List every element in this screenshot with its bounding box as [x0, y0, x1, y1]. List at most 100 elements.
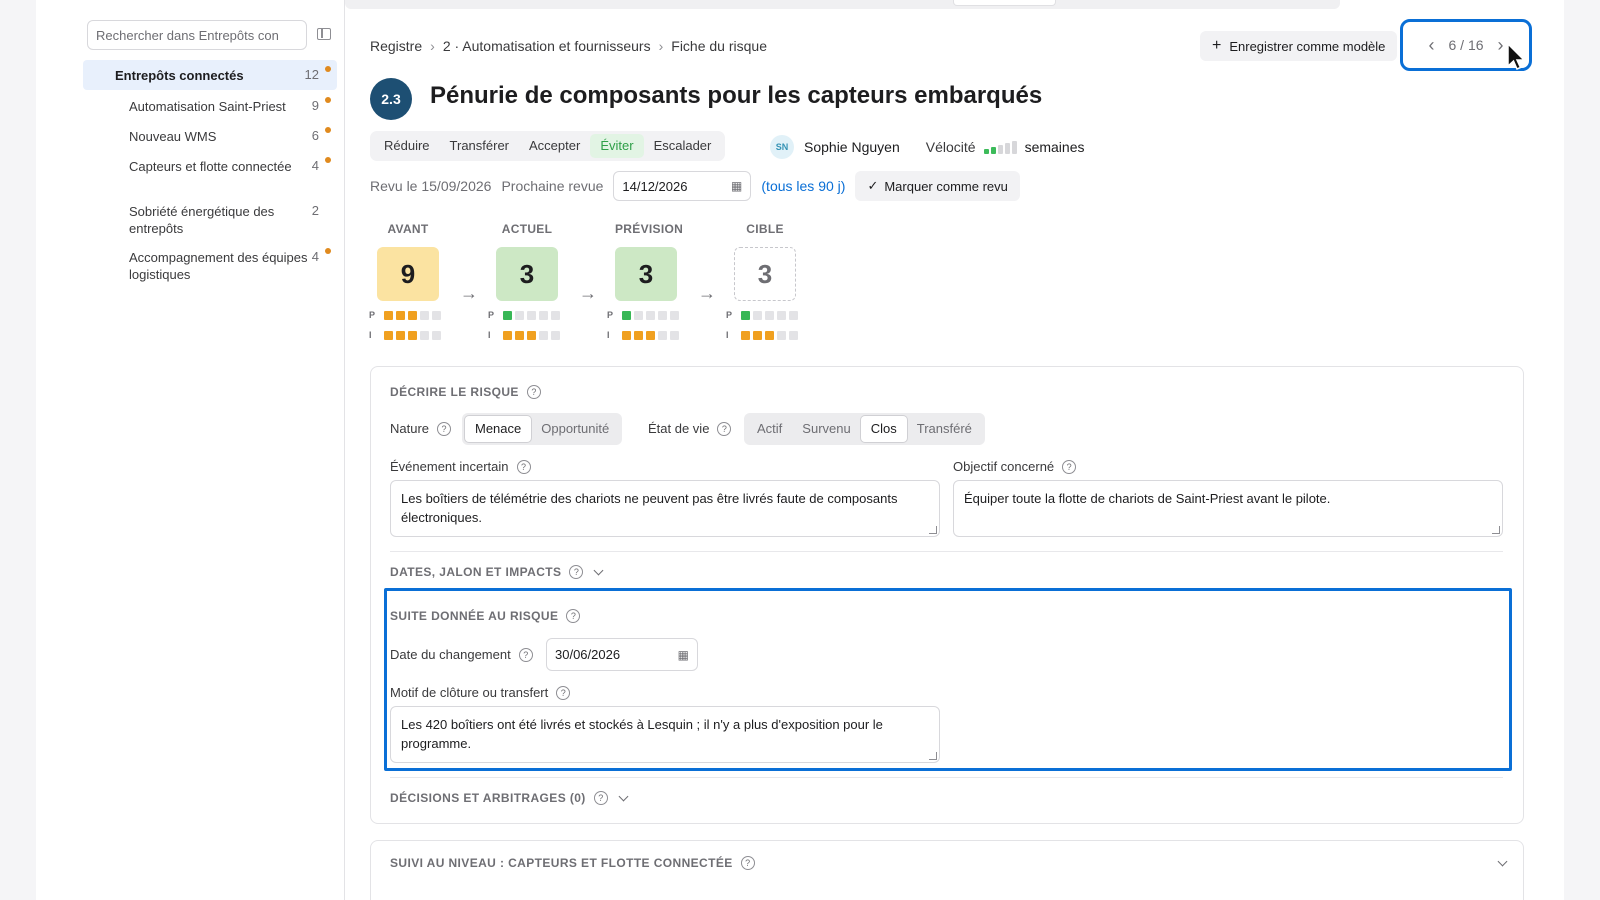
sidebar-item-label: Accompagnement des équipes logistiques	[129, 250, 308, 282]
state-option[interactable]: Transféré	[907, 416, 982, 442]
velocity-label: Vélocité	[925, 139, 976, 155]
level-square	[515, 310, 524, 320]
chevron-down-icon[interactable]	[618, 791, 629, 801]
next-review-date-input[interactable]: 14/12/2026 ▦	[613, 171, 752, 201]
score-value[interactable]: 9	[377, 247, 439, 301]
reason-label: Motif de clôture ou transfert?	[390, 685, 571, 700]
search-input[interactable]: Rechercher dans Entrepôts con	[87, 20, 307, 50]
state-option[interactable]: Actif	[747, 416, 792, 442]
level-square	[765, 330, 774, 340]
score-value[interactable]: 3	[734, 247, 796, 301]
level-square	[753, 330, 762, 340]
velocity-bar	[1011, 141, 1017, 154]
nature-option[interactable]: Menace	[465, 416, 532, 442]
score-value[interactable]: 3	[615, 247, 677, 301]
help-icon[interactable]: ?	[437, 421, 452, 436]
pi-label: P	[488, 310, 495, 320]
resize-handle-icon[interactable]	[1492, 526, 1500, 534]
level-square	[622, 330, 631, 340]
level-section-title[interactable]: SUIVI AU NIVEAU : CAPTEURS ET FLOTTE CON…	[390, 856, 755, 870]
sidebar-item[interactable]: Automatisation Saint-Priest 9	[83, 94, 337, 120]
response-option[interactable]: Éviter	[590, 134, 644, 158]
mouse-cursor-icon	[1507, 42, 1526, 70]
help-icon[interactable]: ?	[740, 856, 755, 870]
breadcrumb-registre[interactable]: Registre	[370, 38, 422, 54]
score-value[interactable]: 3	[496, 247, 558, 301]
state-option[interactable]: Clos	[860, 416, 907, 442]
describe-section-title: DÉCRIRE LE RISQUE?	[390, 385, 541, 399]
sidebar-item[interactable]: Capteurs et flotte connectée 4	[83, 154, 337, 194]
level-square	[789, 310, 798, 320]
velocity-unit: semaines	[1024, 139, 1085, 155]
probability-row: P	[607, 310, 679, 320]
followup-section-title: SUITE DONNÉE AU RISQUE?	[390, 609, 581, 623]
help-icon[interactable]: ?	[593, 791, 608, 805]
level-square	[432, 330, 441, 340]
sidebar-item[interactable]: Nouveau WMS 6	[83, 124, 337, 150]
event-textarea[interactable]: Les boîtiers de télémétrie des chariots …	[390, 480, 940, 537]
mark-reviewed-button[interactable]: ✓ Marquer comme revu	[855, 171, 1020, 201]
avatar[interactable]: SN	[770, 135, 794, 159]
help-icon[interactable]: ?	[556, 685, 571, 700]
calendar-icon[interactable]: ▦	[678, 648, 689, 662]
sidebar-item[interactable]: Entrepôts connectés 12	[83, 60, 337, 90]
help-icon[interactable]: ?	[516, 459, 531, 474]
chevron-down-icon[interactable]	[593, 565, 604, 575]
help-icon[interactable]: ?	[569, 565, 584, 579]
level-square	[670, 310, 679, 320]
pi-label: I	[488, 330, 491, 340]
change-date-input[interactable]: 30/06/2026 ▦	[546, 638, 698, 671]
sidebar-toggle-icon[interactable]	[317, 28, 331, 40]
level-square	[622, 310, 631, 320]
reason-textarea[interactable]: Les 420 boîtiers ont été livrés et stock…	[390, 706, 940, 763]
sidebar-item-count: 12	[304, 67, 319, 82]
chevron-right-icon[interactable]: ›	[1498, 35, 1504, 56]
level-square	[396, 330, 405, 340]
chevron-left-icon[interactable]: ‹	[1428, 35, 1434, 56]
level-square	[670, 330, 679, 340]
nature-option[interactable]: Opportunité	[531, 416, 619, 442]
help-icon[interactable]: ?	[1062, 459, 1077, 474]
velocity-bars	[983, 140, 1017, 154]
level-square	[765, 310, 774, 320]
level-square	[777, 310, 786, 320]
help-icon[interactable]: ?	[526, 385, 541, 399]
pi-label: I	[607, 330, 610, 340]
decisions-section-toggle[interactable]: DÉCISIONS ET ARBITRAGES (0)?	[390, 791, 629, 805]
sidebar-item[interactable]: Sobriété énergétique des entrepôts 2	[83, 199, 337, 239]
response-option[interactable]: Transférer	[440, 134, 519, 158]
pager-label: 6 / 16	[1448, 37, 1484, 53]
chevron-right-icon: ›	[658, 38, 664, 54]
review-frequency-link[interactable]: (tous les 90 j)	[761, 178, 845, 194]
save-as-template-button[interactable]: + Enregistrer comme modèle	[1200, 31, 1398, 61]
owner-name[interactable]: Sophie Nguyen	[804, 139, 900, 155]
help-icon[interactable]: ?	[566, 609, 581, 623]
review-row: Revu le 15/09/2026 Prochaine revue 14/12…	[370, 171, 1020, 201]
level-square	[408, 310, 417, 320]
response-option[interactable]: Réduire	[374, 134, 440, 158]
state-option[interactable]: Survenu	[792, 416, 860, 442]
level-square	[396, 310, 405, 320]
resize-handle-icon[interactable]	[929, 752, 937, 760]
help-icon[interactable]: ?	[717, 421, 732, 436]
level-square	[789, 330, 798, 340]
dates-section-toggle[interactable]: DATES, JALON ET IMPACTS?	[390, 565, 604, 579]
top-tab[interactable]	[953, 0, 1056, 6]
level-square	[503, 330, 512, 340]
response-option[interactable]: Escalader	[644, 134, 722, 158]
objective-textarea[interactable]: Équiper toute la flotte de chariots de S…	[953, 480, 1503, 537]
breadcrumb-category[interactable]: 2 · Automatisation et fournisseurs	[443, 38, 651, 54]
arrow-right-icon: →	[698, 283, 716, 303]
calendar-icon[interactable]: ▦	[731, 179, 742, 193]
page-title: Pénurie de composants pour les capteurs …	[430, 82, 1043, 109]
help-icon[interactable]: ?	[518, 647, 533, 662]
impact-row: I	[488, 330, 560, 340]
level-square	[551, 310, 560, 320]
objective-label: Objectif concerné?	[953, 459, 1077, 474]
level-tracking-card[interactable]	[370, 840, 1524, 900]
response-option[interactable]: Accepter	[519, 134, 590, 158]
sidebar-item[interactable]: Accompagnement des équipes logistiques 4	[83, 245, 337, 285]
sidebar: Rechercher dans Entrepôts con Entrepôts …	[77, 0, 345, 900]
resize-handle-icon[interactable]	[929, 526, 937, 534]
sidebar-item-label: Capteurs et flotte connectée	[129, 159, 292, 174]
